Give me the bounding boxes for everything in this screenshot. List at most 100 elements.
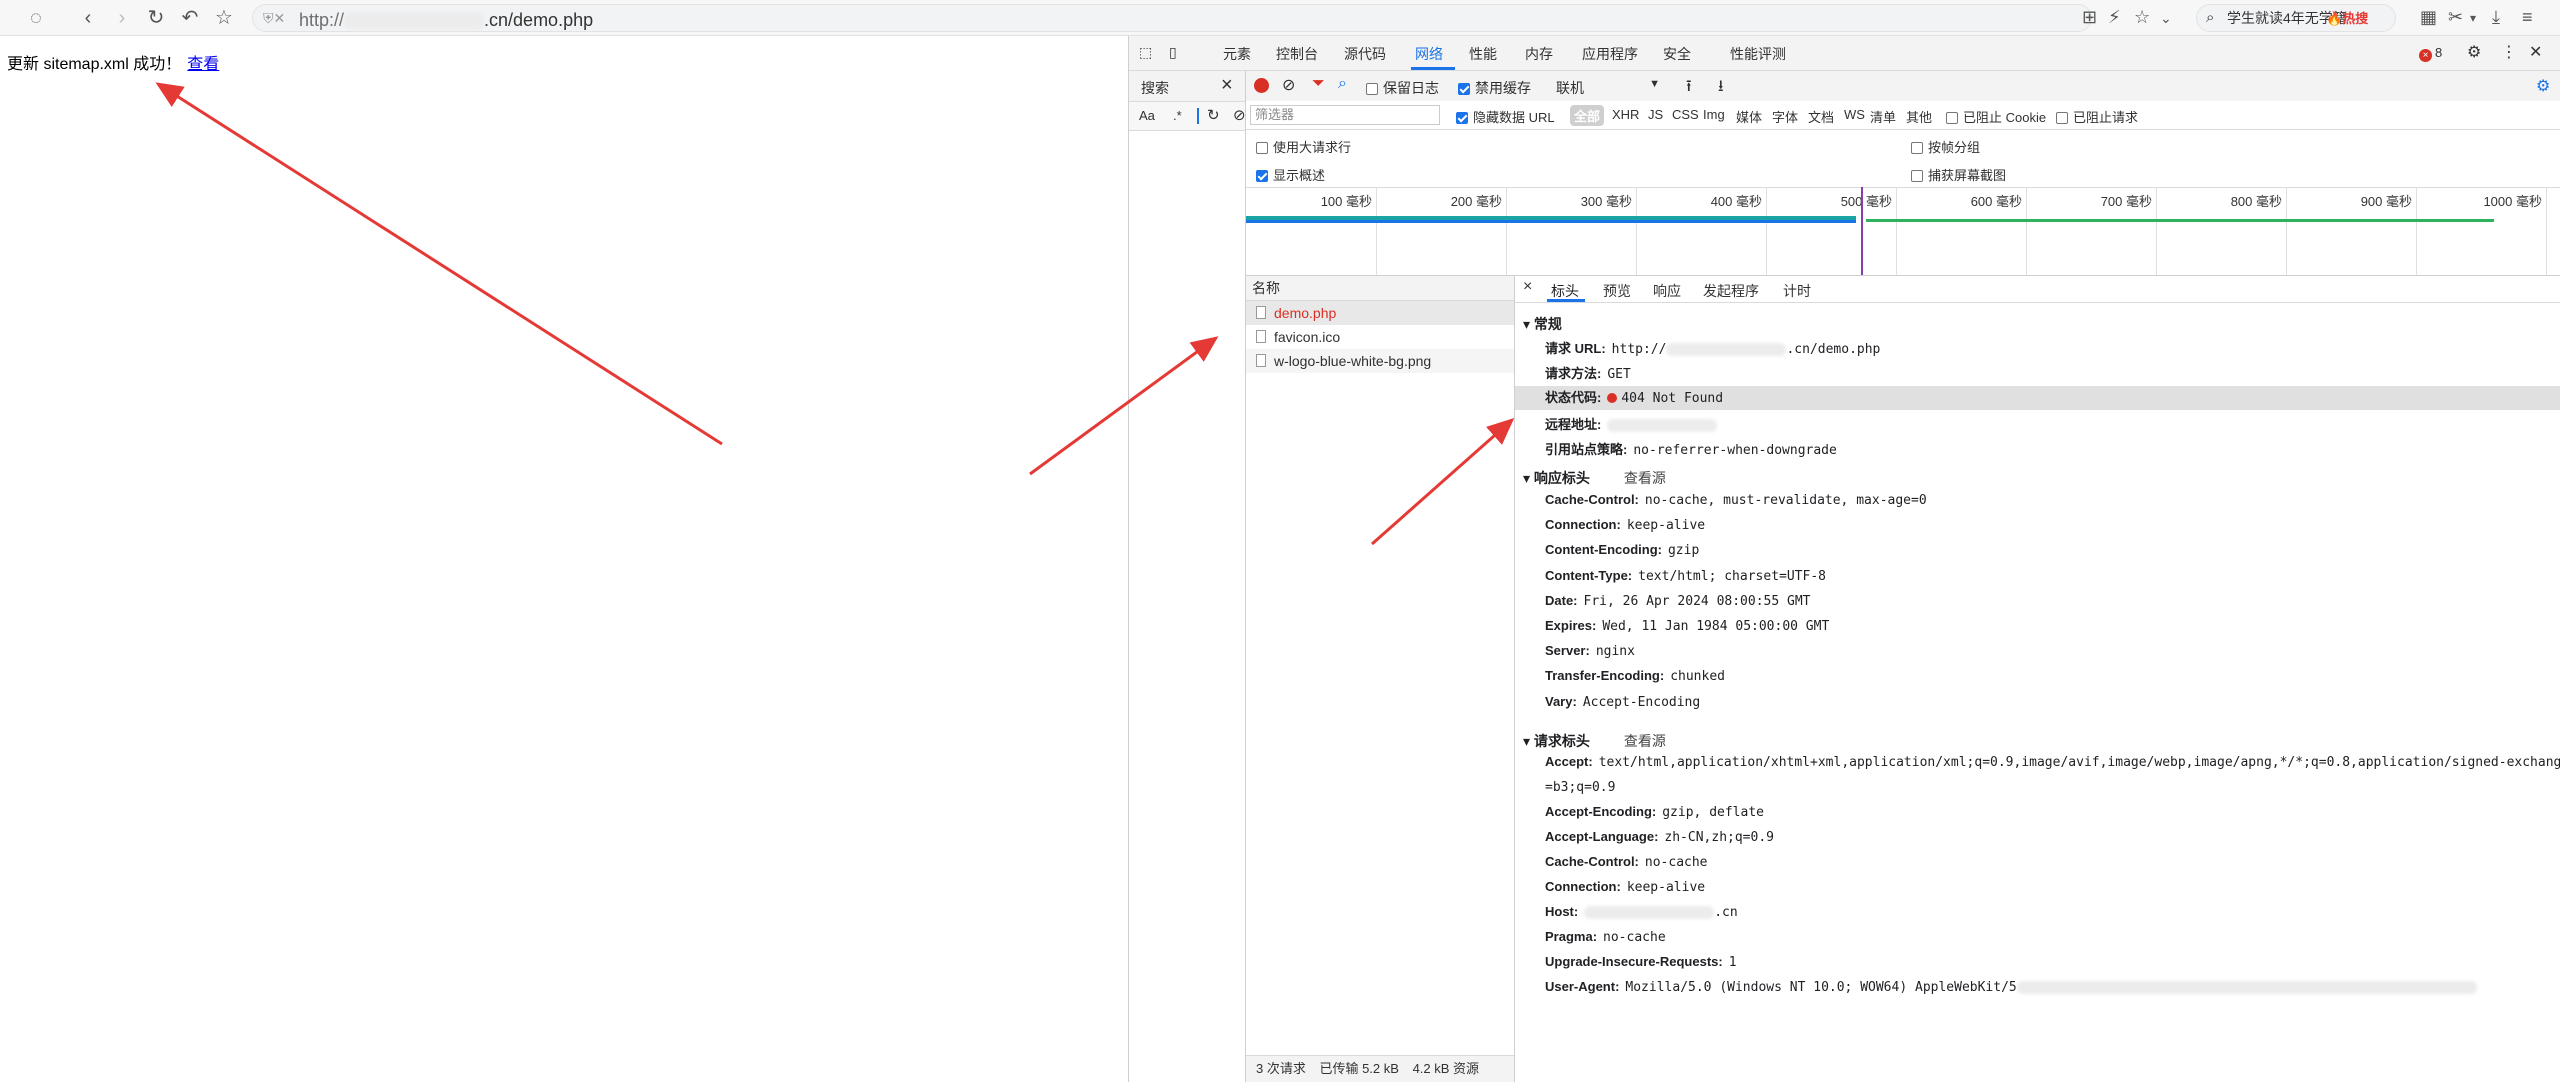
forward-icon[interactable]: ›	[110, 6, 134, 30]
group-by-frame-checkbox[interactable]: 按帧分组	[1911, 137, 1980, 156]
tab-initiator[interactable]: 发起程序	[1703, 281, 1759, 301]
hide-data-url-checkbox[interactable]: 隐藏数据 URL	[1456, 107, 1555, 126]
timeline-gridline	[2286, 187, 2287, 275]
tab-security[interactable]: 安全	[1663, 44, 1691, 64]
tab-lighthouse[interactable]: 性能评测	[1730, 44, 1786, 64]
filter-input[interactable]: 筛选器	[1250, 105, 1440, 125]
search-network-icon[interactable]: ⌕	[1338, 75, 1347, 93]
general-section-header[interactable]: ▾ 常规	[1523, 314, 1562, 334]
disable-cache-checkbox[interactable]: 禁用缓存	[1458, 78, 1531, 98]
filter-doc[interactable]: 文档	[1808, 107, 1834, 126]
view-source-toggle[interactable]: 查看源	[1624, 733, 1666, 749]
header-row: Cache-Control: no-cache	[1545, 854, 1708, 870]
close-details-icon[interactable]: ×	[1523, 278, 1532, 296]
close-search-icon[interactable]: ×	[1221, 74, 1233, 97]
error-count-badge[interactable]: × 8	[2419, 45, 2442, 62]
transferred-size: 已传输 5.2 kB	[1319, 1061, 1399, 1076]
tab-timing[interactable]: 计时	[1783, 281, 1811, 301]
more-icon[interactable]: ≡	[2522, 7, 2533, 28]
regex-toggle[interactable]: .*	[1173, 108, 1182, 123]
tab-response[interactable]: 响应	[1653, 281, 1681, 301]
clear-icon[interactable]: ⊘	[1282, 75, 1295, 95]
tab-elements[interactable]: 元素	[1223, 44, 1251, 64]
capture-screenshots-checkbox[interactable]: 捕获屏幕截图	[1911, 165, 2006, 184]
reload-icon[interactable]: ↻	[144, 6, 168, 30]
refresh-search-icon[interactable]: ↻	[1207, 106, 1220, 124]
match-case-toggle[interactable]: Aa	[1139, 108, 1155, 123]
back-icon[interactable]: ‹	[76, 6, 100, 30]
filter-other[interactable]: 其他	[1906, 107, 1932, 126]
hot-search-label[interactable]: 🔥热搜	[2326, 8, 2368, 27]
timeline-gridline	[1376, 187, 1377, 275]
filter-css[interactable]: CSS	[1672, 107, 1699, 122]
download-bar	[1246, 220, 1856, 223]
header-row: =b3;q=0.9	[1545, 779, 1615, 795]
timeline-overview[interactable]: 100 毫秒 200 毫秒 300 毫秒 400 毫秒 500 毫秒 600 毫秒 700 …	[1246, 187, 2560, 276]
lightning-icon[interactable]: ⚡	[2108, 7, 2121, 28]
filter-xhr[interactable]: XHR	[1612, 107, 1639, 122]
download-icon[interactable]: ⤓	[2492, 7, 2500, 28]
header-key: Vary:	[1545, 693, 1577, 709]
undo-icon[interactable]: ↶	[178, 6, 202, 30]
filter-media[interactable]: 媒体	[1736, 107, 1762, 126]
detail-tabs: × 标头 预览 响应 发起程序 计时	[1515, 276, 2560, 303]
settings-gear-icon[interactable]: ⚙	[2467, 42, 2481, 62]
scissors-icon[interactable]: ✂	[2448, 7, 2463, 28]
tab-console[interactable]: 控制台	[1276, 44, 1318, 64]
clear-search-icon[interactable]: ⊘	[1233, 106, 1246, 124]
tab-application[interactable]: 应用程序	[1582, 44, 1638, 64]
inspect-icon[interactable]: ⬚	[1139, 44, 1152, 61]
throttle-select[interactable]: 联机 ▼	[1556, 78, 1660, 98]
export-har-icon[interactable]: ⭳	[1718, 75, 1724, 102]
request-row[interactable]: favicon.ico	[1246, 325, 1514, 349]
tab-sources[interactable]: 源代码	[1344, 44, 1386, 64]
expand-triangle-icon: ▾	[1523, 470, 1534, 486]
header-key: Connection:	[1545, 879, 1621, 894]
kebab-menu-icon[interactable]: ⋮	[2501, 42, 2517, 62]
filter-all[interactable]: 全部	[1570, 105, 1605, 126]
favorite-icon[interactable]: ☆	[2134, 7, 2150, 28]
request-row[interactable]: demo.php	[1246, 301, 1514, 325]
address-bar[interactable]: ⛨✕ http://.cn/demo.php	[252, 4, 2092, 32]
tab-preview[interactable]: 预览	[1603, 281, 1631, 301]
header-value: gzip	[1667, 543, 1700, 559]
response-headers-section[interactable]: ▾ 响应标头 查看源	[1523, 468, 1666, 488]
error-icon: ×	[2419, 49, 2432, 62]
active-tab-indicator	[1411, 67, 1455, 70]
apps-icon[interactable]: ▦	[2420, 7, 2437, 28]
general-row-method: 请求方法: GET	[1545, 366, 1631, 382]
record-icon[interactable]	[1254, 78, 1269, 93]
view-link[interactable]: 查看	[187, 56, 219, 73]
tab-headers[interactable]: 标头	[1551, 281, 1579, 301]
network-settings-icon[interactable]: ⚙	[2536, 76, 2550, 96]
filter-funnel-icon[interactable]: ⏷	[1312, 75, 1325, 93]
filter-img[interactable]: Img	[1703, 107, 1725, 122]
large-rows-checkbox[interactable]: 使用大请求行	[1256, 137, 1351, 156]
request-headers-section[interactable]: ▾ 请求标头 查看源	[1523, 731, 1666, 751]
request-row[interactable]: w-logo-blue-white-bg.png	[1246, 349, 1514, 373]
chevron-down-icon[interactable]: ⌄	[2160, 10, 2172, 27]
grid-icon[interactable]: ⊞	[2082, 7, 2097, 28]
header-row: Upgrade-Insecure-Requests: 1	[1545, 954, 1737, 970]
bookmark-star-icon[interactable]: ☆	[212, 6, 236, 30]
show-overview-checkbox[interactable]: 显示概述	[1256, 165, 1325, 184]
tab-memory[interactable]: 内存	[1525, 44, 1553, 64]
import-har-icon[interactable]: ⭱	[1686, 75, 1692, 102]
device-toggle-icon[interactable]: ▯	[1169, 44, 1177, 61]
header-key: Accept:	[1545, 754, 1593, 769]
tab-network[interactable]: 网络	[1415, 44, 1443, 64]
filter-font[interactable]: 字体	[1772, 107, 1798, 126]
filter-manifest[interactable]: 清单	[1870, 107, 1896, 126]
blocked-cookies-checkbox[interactable]: 已阻止 Cookie	[1946, 107, 2046, 126]
column-name-header[interactable]: 名称	[1246, 276, 1514, 301]
devtools-tab-bar: ⬚ ▯ 元素 控制台 源代码 网络 性能 内存 应用程序 安全 性能评测 × 8 …	[1129, 36, 2560, 71]
menu-chevron-icon[interactable]: ▾	[2470, 11, 2476, 25]
blocked-requests-checkbox[interactable]: 已阻止请求	[2056, 107, 2138, 126]
filter-js[interactable]: JS	[1648, 107, 1663, 122]
view-source-toggle[interactable]: 查看源	[1624, 470, 1666, 486]
filter-ws[interactable]: WS	[1844, 107, 1865, 122]
preserve-log-checkbox[interactable]: 保留日志	[1366, 78, 1439, 98]
network-options: 使用大请求行 显示概述 按帧分组 捕获屏幕截图	[1246, 129, 2560, 188]
tab-performance[interactable]: 性能	[1469, 44, 1497, 64]
close-devtools-icon[interactable]: ✕	[2529, 42, 2542, 62]
